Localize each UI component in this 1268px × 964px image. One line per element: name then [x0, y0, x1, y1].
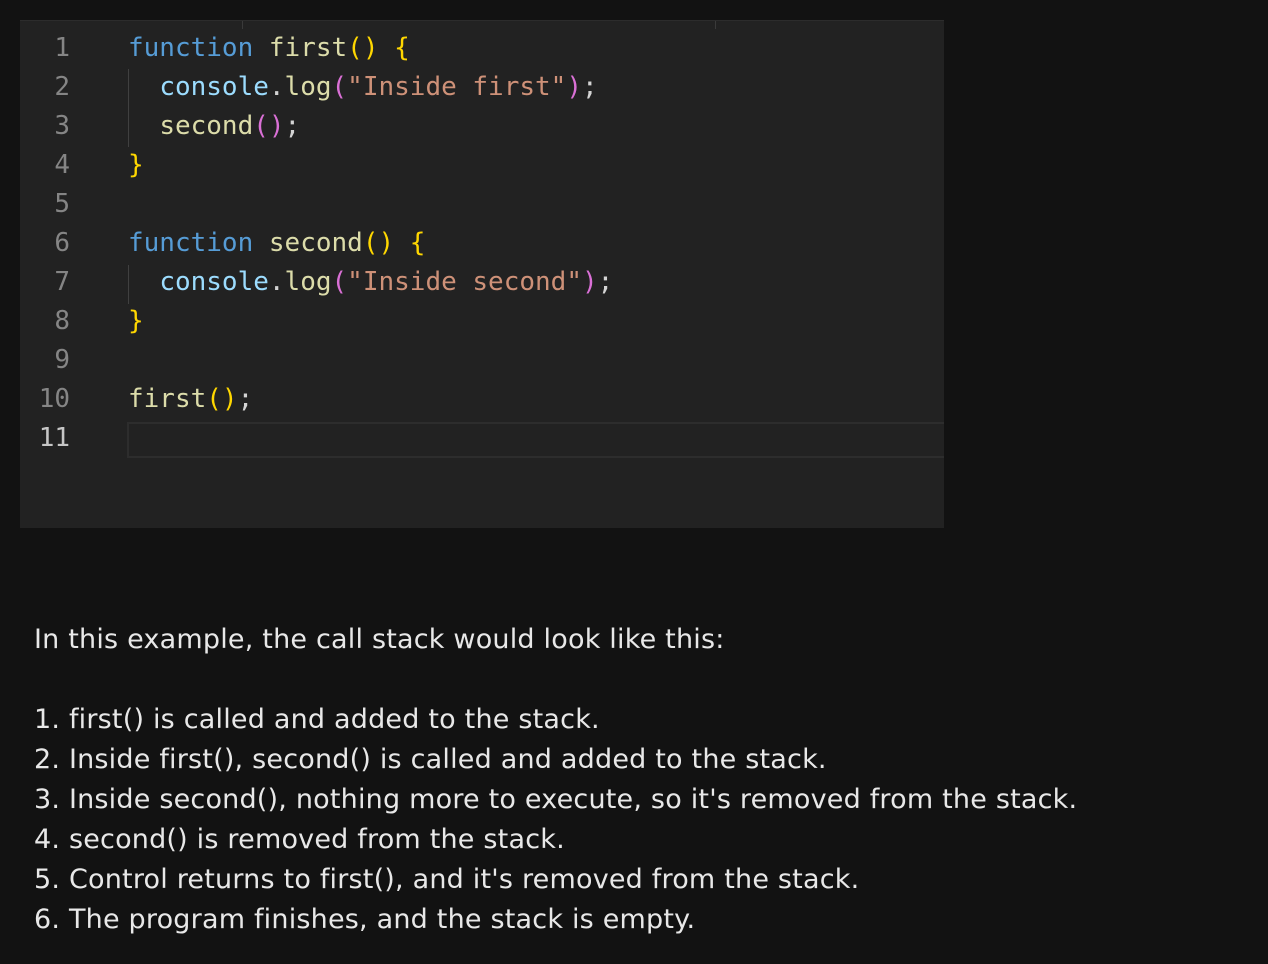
code-editor[interactable]: 1 function first() {2 console.log("Inside… — [20, 20, 944, 528]
code-token: () — [206, 384, 238, 414]
code-line[interactable]: 3 second(); — [20, 107, 944, 146]
code-token: . — [268, 72, 285, 102]
line-number: 6 — [54, 228, 70, 258]
code-token: first — [268, 33, 348, 63]
code-token: ( — [331, 72, 348, 102]
line-number: 8 — [54, 306, 70, 336]
code-line[interactable]: 9 — [20, 341, 944, 380]
line-number: 2 — [54, 72, 70, 102]
explanation-step: 6. The program finishes, and the stack i… — [34, 904, 696, 935]
code-token: console — [159, 72, 269, 102]
line-number: 4 — [54, 150, 70, 180]
code-line[interactable]: 10 first(); — [20, 380, 944, 419]
tab-divider — [715, 21, 716, 29]
explanation-step: 1. first() is called and added to the st… — [34, 704, 600, 735]
page: 1 function first() {2 console.log("Inside… — [0, 0, 1268, 964]
code-text: console.log("Inside second"); — [128, 263, 613, 302]
code-token: ; — [284, 111, 301, 141]
line-number: 10 — [38, 384, 70, 414]
code-line[interactable]: 4} — [20, 146, 944, 185]
code-token: } — [128, 306, 144, 336]
explanation-step: 4. second() is removed from the stack. — [34, 824, 565, 855]
code-token: () — [362, 228, 395, 258]
code-text: console.log("Inside first"); — [128, 68, 598, 107]
line-number: 3 — [54, 111, 70, 141]
code-token: ) — [566, 72, 582, 102]
code-token: ; — [597, 267, 614, 297]
code-token: () — [253, 111, 285, 141]
explanation-step: 3. Inside second(), nothing more to exec… — [34, 784, 1078, 815]
code-line[interactable]: 1 function first() { — [20, 29, 944, 68]
line-number: 1 — [54, 33, 70, 63]
code-text: function first() { — [128, 29, 410, 68]
code-token: ( — [331, 267, 348, 297]
explanation-text: In this example, the call stack would lo… — [34, 620, 1254, 940]
code-text: } — [128, 302, 144, 341]
code-line[interactable]: 8} — [20, 302, 944, 341]
tab-divider — [242, 21, 243, 29]
code-token: . — [268, 267, 285, 297]
code-token: console — [159, 267, 269, 297]
code-token: { — [394, 33, 410, 63]
line-number: 5 — [54, 189, 70, 219]
explanation-step: 2. Inside first(), second() is called an… — [34, 744, 827, 775]
explanation-intro: In this example, the call stack would lo… — [34, 624, 725, 655]
code-token: first — [128, 384, 207, 414]
code-token: log — [284, 267, 332, 297]
code-token: function — [128, 228, 254, 258]
code-line[interactable]: 11 — [20, 419, 944, 458]
code-line[interactable]: 2 console.log("Inside first"); — [20, 68, 944, 107]
code-text: second(); — [128, 107, 300, 146]
code-token: () — [347, 33, 379, 63]
code-token: ) — [581, 267, 598, 297]
code-token: log — [284, 72, 332, 102]
code-token: second — [268, 228, 363, 258]
line-number: 9 — [54, 345, 70, 375]
code-token: ; — [581, 72, 598, 102]
code-token: function — [128, 33, 254, 63]
code-token: { — [409, 228, 426, 258]
code-line[interactable]: 5 — [20, 185, 944, 224]
code-token: "Inside second" — [347, 267, 582, 297]
code-token: "Inside first" — [347, 72, 567, 102]
explanation-step: 5. Control returns to first(), and it's … — [34, 864, 860, 895]
code-line[interactable]: 7 console.log("Inside second"); — [20, 263, 944, 302]
code-token: second — [159, 111, 254, 141]
code-token: } — [128, 150, 144, 180]
line-number: 7 — [54, 267, 70, 297]
code-text: first(); — [128, 380, 253, 419]
code-text: } — [128, 146, 144, 185]
code-text: function second() { — [128, 224, 425, 263]
code-token: ; — [237, 384, 254, 414]
code-line[interactable]: 6 function second() { — [20, 224, 944, 263]
line-number: 11 — [38, 423, 70, 453]
